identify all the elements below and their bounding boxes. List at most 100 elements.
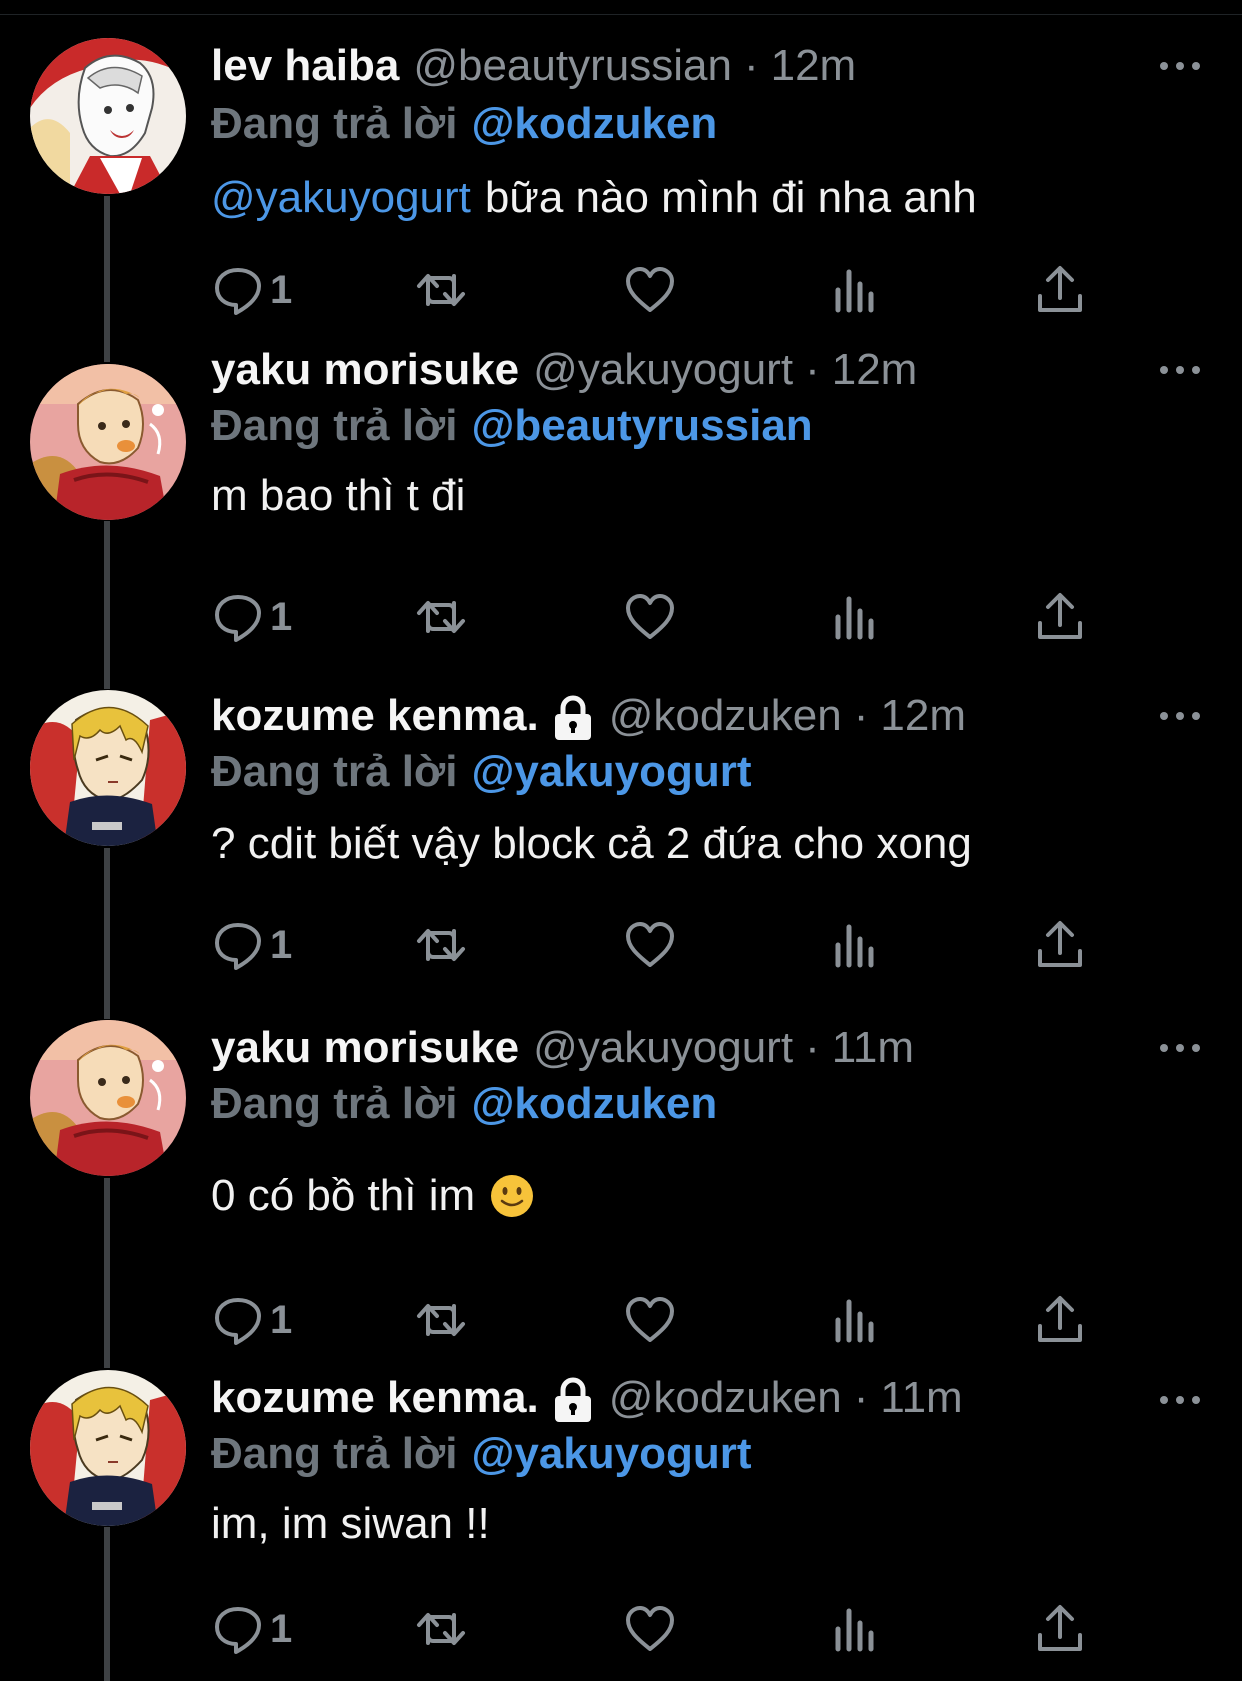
user-handle[interactable]: @kodzuken — [609, 691, 842, 741]
share-button[interactable] — [1034, 589, 1086, 645]
share-button[interactable] — [1034, 917, 1086, 973]
retweet-icon — [417, 929, 465, 961]
retweet-button[interactable] — [415, 1601, 467, 1657]
retweet-button[interactable] — [415, 1292, 467, 1348]
yaku-morisuke-avatar[interactable] — [30, 364, 186, 520]
tweet[interactable]: kozume kenma. @kodzuken · 11m Đang trả l… — [0, 1370, 1242, 1681]
views-button[interactable] — [830, 262, 882, 318]
more-dots-icon[interactable] — [1160, 706, 1200, 726]
retweet-button[interactable] — [415, 589, 467, 645]
user-handle[interactable]: @beautyrussian — [413, 41, 732, 91]
share-button[interactable] — [1034, 262, 1086, 318]
kozume-kenma-avatar[interactable] — [30, 1370, 186, 1526]
reply-count: 1 — [270, 1606, 293, 1651]
user-handle[interactable]: @yakuyogurt — [533, 1023, 793, 1073]
heart-icon — [626, 922, 674, 967]
action-bar: 1 — [0, 589, 1242, 645]
tweet[interactable]: yaku morisuke @yakuyogurt · 12m Đang trả… — [0, 340, 1242, 690]
share-button[interactable] — [1034, 1601, 1086, 1657]
tweet-header: lev haiba @beautyrussian · 12m — [211, 36, 856, 96]
timestamp[interactable]: 12m — [771, 41, 857, 91]
speech-bubble-icon — [215, 1298, 261, 1345]
tweet[interactable]: lev haiba @beautyrussian · 12m Đang trả … — [0, 0, 1242, 340]
replying-to: Đang trả lời @beautyrussian — [211, 398, 813, 454]
reply-button[interactable]: 1 — [212, 917, 292, 973]
views-button[interactable] — [830, 917, 882, 973]
speech-bubble-icon — [215, 595, 261, 642]
reply-count: 1 — [270, 267, 293, 312]
user-handle[interactable]: @yakuyogurt — [533, 345, 793, 395]
tweet-text: im, im siwan !! — [211, 1494, 490, 1554]
timestamp[interactable]: 12m — [880, 691, 966, 741]
retweet-button[interactable] — [415, 262, 467, 318]
separator-dot: · — [805, 1023, 820, 1072]
more-dots-icon[interactable] — [1160, 56, 1200, 76]
heart-icon — [626, 594, 674, 639]
replying-to-handle[interactable]: @kodzuken — [471, 99, 717, 149]
share-up-arrow-icon — [1038, 266, 1082, 312]
display-name[interactable]: kozume kenma. — [211, 1373, 539, 1423]
replying-to: Đang trả lời @kodzuken — [211, 96, 717, 152]
action-bar: 1 — [0, 262, 1242, 318]
timestamp[interactable]: 12m — [832, 345, 918, 395]
replying-to-label: Đang trả lời — [211, 1079, 458, 1128]
separator-dot: · — [853, 691, 869, 740]
replying-to-label: Đang trả lời — [211, 99, 458, 148]
replying-to-handle[interactable]: @kodzuken — [471, 1079, 717, 1129]
reply-count: 1 — [270, 922, 293, 967]
replying-to-handle[interactable]: @yakuyogurt — [471, 1429, 751, 1479]
reply-button[interactable]: 1 — [212, 1601, 292, 1657]
slightly-smiling-face-emoji — [489, 1173, 535, 1219]
heart-icon — [626, 267, 674, 312]
like-button[interactable] — [624, 917, 676, 973]
tweet-text: 0 có bồ thì im — [211, 1166, 535, 1226]
share-up-arrow-icon — [1038, 593, 1082, 639]
share-up-arrow-icon — [1038, 1296, 1082, 1342]
reply-button[interactable]: 1 — [212, 262, 292, 318]
like-button[interactable] — [624, 262, 676, 318]
user-handle[interactable]: @kodzuken — [609, 1373, 842, 1423]
like-button[interactable] — [624, 1292, 676, 1348]
views-button[interactable] — [830, 589, 882, 645]
like-button[interactable] — [624, 1601, 676, 1657]
display-name[interactable]: lev haiba — [211, 41, 399, 91]
tweet[interactable]: yaku morisuke @yakuyogurt · 11m Đang trả… — [0, 1020, 1242, 1370]
retweet-button[interactable] — [415, 917, 467, 973]
reply-button[interactable]: 1 — [212, 1292, 292, 1348]
action-bar: 1 — [0, 1601, 1242, 1657]
kozume-kenma-avatar[interactable] — [30, 690, 186, 846]
action-bar: 1 — [0, 1292, 1242, 1348]
display-name[interactable]: yaku morisuke — [211, 1023, 519, 1073]
tweet-header: kozume kenma. @kodzuken · 12m — [211, 686, 966, 746]
share-button[interactable] — [1034, 1292, 1086, 1348]
replying-to-label: Đang trả lời — [211, 401, 458, 450]
bar-chart-icon — [835, 924, 874, 968]
replying-to-handle[interactable]: @yakuyogurt — [471, 747, 751, 797]
timestamp[interactable]: 11m — [880, 1373, 962, 1423]
reply-button[interactable]: 1 — [212, 589, 292, 645]
lock-icon — [551, 1376, 595, 1424]
tweet-header: yaku morisuke @yakuyogurt · 11m — [211, 1018, 914, 1078]
timestamp[interactable]: 11m — [832, 1023, 914, 1073]
like-button[interactable] — [624, 589, 676, 645]
tweet[interactable]: kozume kenma. @kodzuken · 12m Đang trả l… — [0, 690, 1242, 1020]
yaku-morisuke-avatar[interactable] — [30, 1020, 186, 1176]
more-dots-icon[interactable] — [1160, 1390, 1200, 1410]
views-button[interactable] — [830, 1292, 882, 1348]
separator-dot: · — [805, 345, 820, 394]
speech-bubble-icon — [215, 268, 261, 315]
mention-link[interactable]: @yakuyogurt — [211, 173, 471, 223]
views-button[interactable] — [830, 1601, 882, 1657]
replying-to: Đang trả lời @yakuyogurt — [211, 744, 752, 800]
separator-dot: · — [853, 1373, 869, 1422]
bar-chart-icon — [835, 596, 874, 640]
display-name[interactable]: kozume kenma. — [211, 691, 539, 741]
lev-haiba-avatar[interactable] — [30, 38, 186, 194]
replying-to-handle[interactable]: @beautyrussian — [471, 401, 812, 451]
more-dots-icon[interactable] — [1160, 1038, 1200, 1058]
tweet-header: yaku morisuke @yakuyogurt · 12m — [211, 340, 917, 400]
more-dots-icon[interactable] — [1160, 360, 1200, 380]
speech-bubble-icon — [215, 1607, 261, 1654]
tweet-body: im, im siwan !! — [211, 1499, 490, 1548]
display-name[interactable]: yaku morisuke — [211, 345, 519, 395]
